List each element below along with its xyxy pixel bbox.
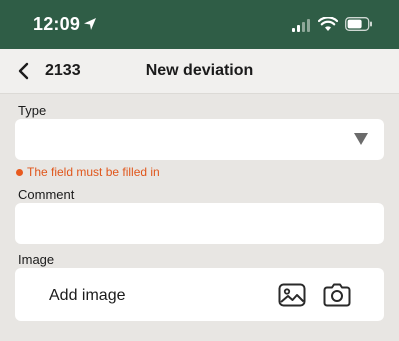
triangle-down-icon	[354, 133, 368, 145]
image-picker: Add image	[15, 268, 384, 321]
comment-label: Comment	[18, 187, 75, 202]
type-dropdown[interactable]	[15, 119, 384, 160]
wifi-icon	[318, 17, 338, 31]
status-bar: 12:09	[0, 0, 399, 49]
signal-icon	[292, 19, 310, 32]
image-label: Image	[18, 252, 55, 267]
navigation-bar: New deviation 2133	[0, 49, 399, 94]
comment-field[interactable]	[15, 203, 384, 244]
add-image-label: Add image	[49, 287, 126, 304]
camera-icon[interactable]	[323, 282, 351, 308]
type-error-text: The field must be filled in	[27, 165, 160, 179]
error-dot-icon	[16, 169, 23, 176]
battery-icon	[345, 17, 372, 31]
status-time: 12:09	[33, 14, 81, 34]
location-arrow-icon	[84, 18, 96, 30]
type-label: Type	[18, 103, 47, 118]
gallery-icon[interactable]	[278, 283, 306, 307]
record-number: 2133	[45, 62, 81, 79]
back-chevron-icon[interactable]	[14, 61, 34, 81]
